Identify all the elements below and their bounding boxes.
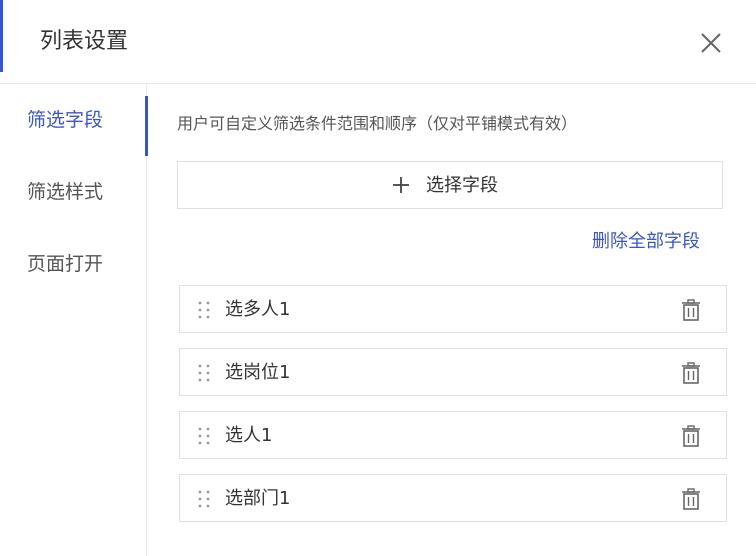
- trash-icon[interactable]: [681, 299, 701, 321]
- sidebar-item-filter-fields[interactable]: 筛选字段: [0, 90, 148, 156]
- field-label: 选部门1: [225, 488, 291, 509]
- drag-handle-icon[interactable]: [197, 426, 211, 446]
- trash-icon[interactable]: [681, 362, 701, 384]
- field-row[interactable]: 选部门1: [179, 474, 727, 522]
- trash-icon[interactable]: [681, 488, 701, 510]
- field-row[interactable]: 选多人1: [179, 285, 727, 333]
- header-accent-bar: [0, 0, 3, 72]
- dialog-header: 列表设置: [0, 0, 756, 84]
- sidebar-item-label: 筛选字段: [27, 109, 104, 131]
- field-label: 选岗位1: [225, 362, 291, 383]
- sidebar-item-label: 页面打开: [27, 253, 104, 275]
- field-row[interactable]: 选人1: [179, 411, 727, 459]
- close-icon: [701, 33, 721, 53]
- dialog-title: 列表设置: [40, 29, 129, 54]
- settings-content: 用户可自定义筛选条件范围和顺序（仅对平铺模式有效） 选择字段 删除全部字段 选多…: [148, 84, 756, 556]
- plus-icon: [393, 177, 409, 193]
- select-field-button[interactable]: 选择字段: [177, 161, 723, 209]
- sidebar-item-page-open[interactable]: 页面打开: [0, 234, 147, 294]
- select-field-label: 选择字段: [426, 175, 498, 196]
- drag-handle-icon[interactable]: [197, 363, 211, 383]
- list-settings-dialog: 列表设置 筛选字段 筛选样式 页面打开 用户可自定义筛选条件范围和顺序（仅对平铺…: [0, 0, 756, 556]
- field-label: 选多人1: [225, 299, 291, 320]
- trash-icon[interactable]: [681, 425, 701, 447]
- sidebar-item-label: 筛选样式: [27, 181, 104, 203]
- field-row[interactable]: 选岗位1: [179, 348, 727, 396]
- description-text: 用户可自定义筛选条件范围和顺序（仅对平铺模式有效）: [177, 114, 578, 133]
- settings-sidebar: 筛选字段 筛选样式 页面打开: [0, 84, 148, 556]
- drag-handle-icon[interactable]: [197, 300, 211, 320]
- field-label: 选人1: [225, 425, 273, 446]
- delete-all-fields-link[interactable]: 删除全部字段: [592, 229, 700, 255]
- drag-handle-icon[interactable]: [197, 489, 211, 509]
- sidebar-item-filter-style[interactable]: 筛选样式: [0, 162, 147, 222]
- close-button[interactable]: [698, 30, 724, 56]
